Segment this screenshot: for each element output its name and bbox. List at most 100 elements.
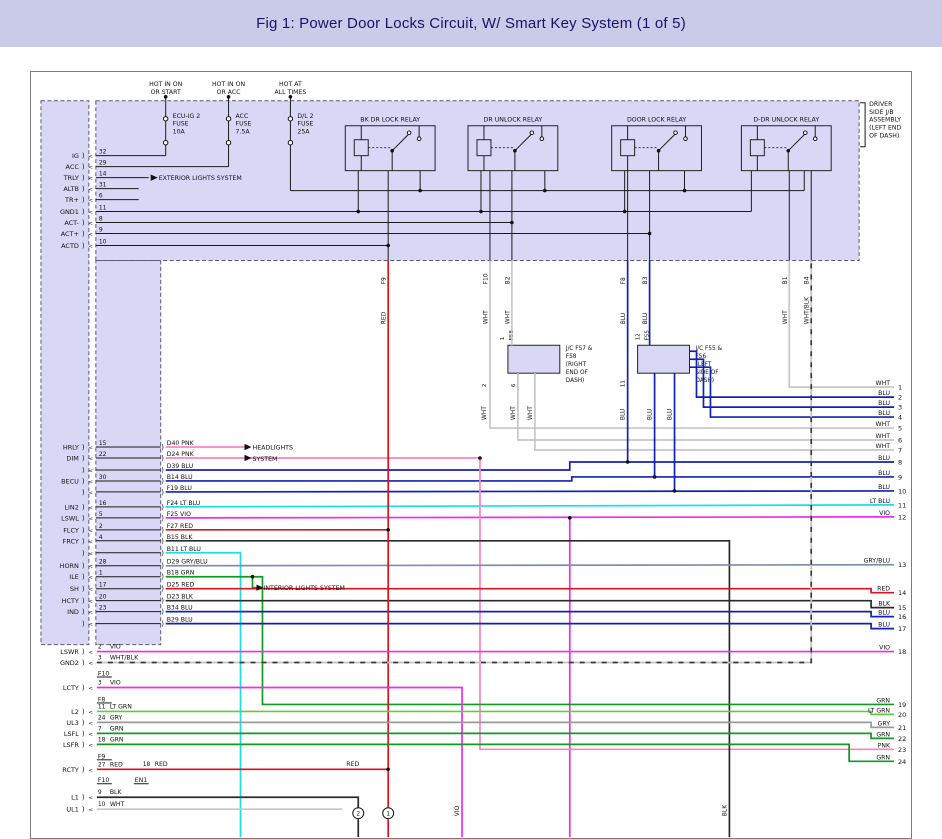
left-pin-label: BECU	[61, 477, 79, 485]
left-pin-label: ACT-	[64, 219, 79, 227]
connector-glyph: <	[88, 650, 93, 656]
drop-connector-label: B4	[804, 276, 811, 284]
junction-out-color: WHT	[527, 406, 534, 420]
connector-glyph: )	[82, 185, 85, 193]
wire-BLK	[97, 797, 358, 808]
left-pin-label: HCTY	[62, 597, 79, 605]
junction-dot	[623, 210, 627, 214]
right-row-number: 4	[898, 414, 902, 422]
power-source-label: HOT IN ON	[212, 81, 245, 88]
terminal-circle	[407, 131, 411, 135]
wire-BLU	[166, 477, 894, 481]
connector-designator: F10	[98, 777, 109, 784]
jb-assembly-label: (LEFT END	[869, 125, 901, 132]
wire-id-label: D40 PNK	[167, 440, 195, 447]
system-ref-exterior: EXTERIOR LIGHTS SYSTEM	[159, 175, 242, 182]
connector-glyph: )	[161, 597, 164, 605]
right-color-label: BLU	[878, 470, 890, 477]
junction-dot	[786, 149, 790, 153]
terminal-circle	[540, 137, 544, 141]
wire-color-label: VIO	[110, 679, 121, 686]
connector-glyph: <	[88, 187, 93, 193]
drop-connector-label: B1	[782, 276, 789, 284]
connector-glyph: <	[88, 154, 93, 160]
left-pin-label: LIN2	[64, 503, 78, 511]
wire-BLU	[166, 491, 894, 492]
junction-dot	[683, 189, 687, 193]
junction-dot	[356, 210, 360, 214]
right-row-number: 21	[898, 724, 906, 732]
right-row-number: 23	[898, 746, 906, 754]
wire-BLK	[166, 601, 894, 608]
connector-glyph: <	[88, 599, 93, 605]
connector-glyph: )	[82, 196, 85, 204]
wire-id-label: B18 GRN	[167, 570, 195, 577]
right-color-label: WHT	[876, 433, 891, 440]
connector-glyph: )	[82, 163, 85, 171]
connector-glyph: <	[88, 686, 93, 692]
junction-dot	[386, 767, 390, 771]
connector-glyph: <	[88, 808, 93, 814]
junction-label: J/C F55 &	[694, 346, 722, 352]
pin-number: 14	[99, 171, 107, 178]
connector-glyph: )	[82, 152, 85, 160]
junction-pin: 12	[636, 333, 642, 340]
right-row-number: 14	[898, 589, 906, 597]
junction-dot	[657, 149, 661, 153]
left-pin-label: LSWL	[61, 514, 79, 522]
connector-glyph: )	[161, 477, 164, 485]
connector-glyph: )	[82, 794, 85, 802]
connector-glyph: <	[88, 165, 93, 171]
relay-name: BK DR LOCK RELAY	[360, 117, 420, 124]
wire-id-label: D29 GRY/BLU	[167, 559, 208, 566]
right-color-label: WHT	[876, 421, 891, 428]
connector-glyph: <	[88, 539, 93, 545]
drop-color-label: BLU	[620, 313, 627, 325]
pin-number: 10	[98, 801, 106, 808]
junction-box	[508, 345, 560, 373]
right-color-label: WHT	[876, 380, 891, 387]
pin-number: 7	[98, 725, 102, 732]
terminal-circle	[163, 117, 167, 121]
terminal-circle	[288, 117, 292, 121]
connector-glyph: )	[161, 466, 164, 474]
connector-glyph: <	[88, 176, 93, 182]
pin-number: 24	[98, 714, 106, 721]
right-row-number: 18	[898, 648, 906, 656]
connector-glyph: <	[88, 564, 93, 570]
wire-color-label: LT GRN	[110, 703, 132, 710]
connector-glyph: )	[82, 549, 85, 557]
left-pin-label: FRCY	[63, 537, 79, 545]
junction-dot	[626, 460, 630, 464]
right-row-number: 15	[898, 604, 906, 612]
system-ref-headlights: SYSTEM	[252, 456, 277, 463]
wire-BLU	[166, 624, 894, 629]
right-row-number: 10	[898, 487, 906, 495]
wire-color-label: RED	[110, 761, 123, 768]
connector-glyph: )	[82, 503, 85, 511]
junction-out-pin: 6	[511, 383, 517, 387]
right-color-label: GRN	[876, 697, 890, 704]
connector-glyph: <	[88, 446, 93, 452]
fuse-label: 25A	[297, 129, 310, 136]
drop-connector-label: B2	[504, 276, 511, 284]
fuse-label: D/L 2	[297, 113, 313, 120]
fuse-label: ACC	[236, 113, 249, 120]
system-ref-headlights: HEADLIGHTS	[252, 445, 293, 452]
right-color-label: BLU	[878, 610, 890, 617]
connector-glyph: )	[161, 526, 164, 534]
connector-glyph: )	[82, 526, 85, 534]
right-row-number: 8	[898, 458, 902, 466]
pin-number: 11	[98, 703, 106, 710]
connector-glyph: )	[82, 766, 85, 774]
right-color-label: BLU	[878, 400, 890, 407]
connector-glyph: <	[88, 210, 93, 216]
junction-dot	[543, 189, 547, 193]
connector-glyph: )	[82, 659, 85, 667]
wire-color-label: GRN	[110, 725, 124, 732]
right-color-label: RED	[877, 586, 890, 593]
connector-glyph: )	[82, 719, 85, 727]
connector-glyph: )	[82, 562, 85, 570]
pin-number: 18	[143, 761, 151, 768]
connector-glyph: )	[161, 537, 164, 545]
